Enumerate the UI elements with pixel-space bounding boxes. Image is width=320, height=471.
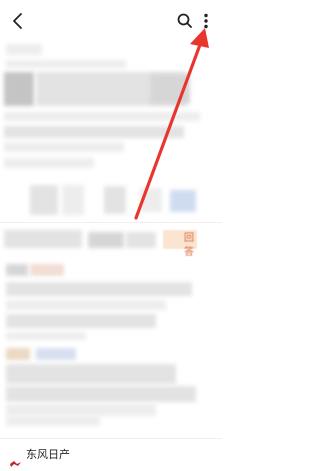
annotation-arrow-icon: [134, 28, 209, 220]
